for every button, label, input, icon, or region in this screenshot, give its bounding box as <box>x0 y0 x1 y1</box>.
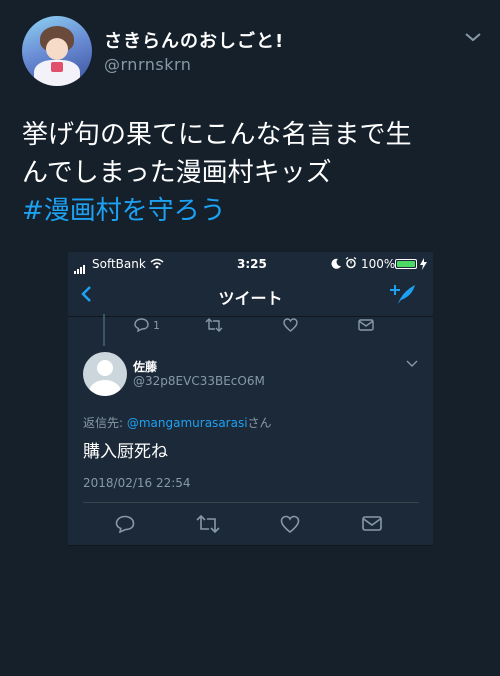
retweet-icon[interactable] <box>205 318 223 332</box>
direct-message-icon[interactable] <box>362 516 382 531</box>
wifi-icon <box>150 258 164 269</box>
tweet-text-line2: んでしまった漫画村キッズ <box>22 158 332 188</box>
default-avatar-head <box>97 360 113 376</box>
display-name[interactable]: さきらんのおしごと! <box>104 27 284 53</box>
chevron-down-icon[interactable] <box>406 360 418 368</box>
nav-title: ツイート <box>218 289 283 308</box>
status-time: 3:25 <box>237 257 267 271</box>
empty-replies-area <box>68 546 433 676</box>
mention-link[interactable]: @mangamurasarasi <box>127 416 248 430</box>
avatar-ribbon <box>51 62 63 72</box>
direct-message-icon[interactable] <box>358 319 374 331</box>
user-handle[interactable]: @rnrnskrn <box>104 55 191 74</box>
battery-icon <box>395 259 417 269</box>
divider <box>83 502 419 503</box>
reply-icon[interactable] <box>134 318 149 332</box>
tweet-text: 挙げ句の果てにこんな名言まで生 んでしまった漫画村キッズ #漫画村を守ろう <box>22 116 482 230</box>
chevron-down-icon[interactable] <box>463 30 483 44</box>
reply-text: 購入厨死ね <box>83 442 168 462</box>
carrier-label: SoftBank <box>92 257 146 271</box>
replying-to-prefix: 返信先: <box>83 416 127 430</box>
replying-to: 返信先: @mangamurasarasiさん <box>83 414 272 431</box>
embedded-screenshot[interactable]: SoftBank 3:25 100% ツイート 1 佐藤 @32p8EVC33B… <box>68 252 433 676</box>
replying-to-suffix: さん <box>247 416 272 430</box>
reply-author-name[interactable]: 佐藤 <box>133 358 157 375</box>
tweet-text-line1: 挙げ句の果てにこんな名言まで生 <box>22 120 412 150</box>
reply-author-handle[interactable]: @32p8EVC33BEcO6M <box>133 374 265 388</box>
like-icon[interactable] <box>283 318 298 332</box>
profile-avatar[interactable] <box>22 16 92 86</box>
reply-count: 1 <box>153 319 160 332</box>
battery-percent: 100% <box>361 257 396 271</box>
moon-icon <box>331 258 341 269</box>
signal-icon <box>74 260 86 274</box>
retweet-icon[interactable] <box>196 515 220 533</box>
previous-tweet-actions: 1 <box>68 318 433 338</box>
charging-bolt-icon <box>420 258 427 270</box>
default-avatar-shoulders <box>89 380 121 396</box>
hashtag-link[interactable]: #漫画村を守ろう <box>22 192 482 230</box>
compose-tweet-icon[interactable] <box>390 282 416 306</box>
reply-icon[interactable] <box>115 515 135 533</box>
avatar-face <box>46 38 68 60</box>
reply-avatar[interactable] <box>83 352 127 396</box>
reply-timestamp: 2018/02/16 22:54 <box>83 476 191 490</box>
nav-bar: ツイート <box>68 276 433 317</box>
reply-actions <box>68 512 433 538</box>
status-bar: SoftBank 3:25 100% <box>68 252 433 276</box>
like-icon[interactable] <box>280 515 300 533</box>
alarm-icon <box>345 257 357 269</box>
